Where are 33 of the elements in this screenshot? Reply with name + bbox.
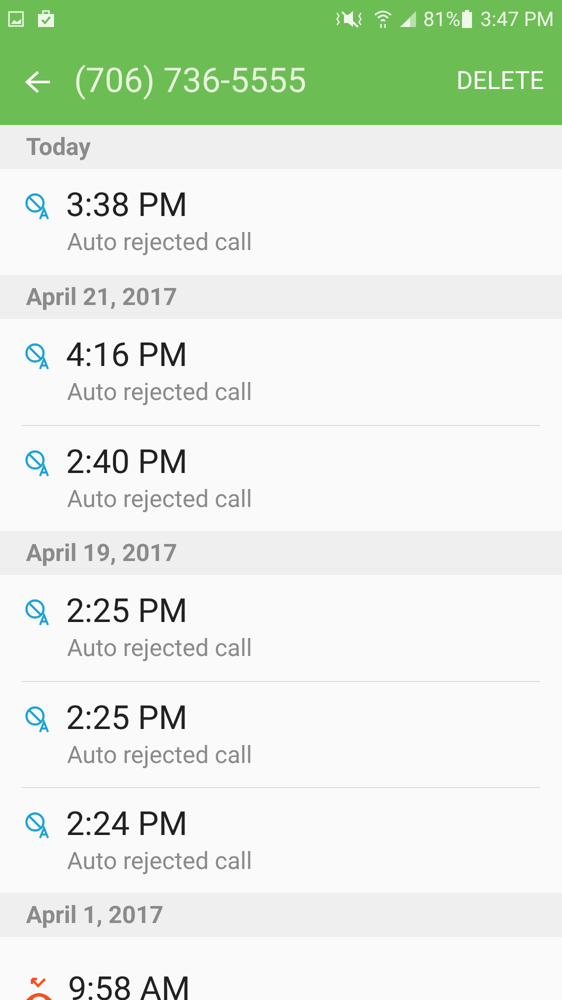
auto-reject-icon: [24, 598, 52, 626]
call-type: Auto rejected call: [67, 740, 254, 770]
call-time: 2:25 PM: [66, 698, 188, 738]
battery-icon: [462, 10, 472, 28]
date-header: April 1, 2017: [26, 900, 164, 931]
auto-reject-icon: [24, 810, 52, 838]
call-type: Auto rejected call: [67, 377, 254, 408]
auto-reject-icon: [24, 704, 52, 732]
phone-number-title: (706) 736-5555: [74, 60, 306, 103]
call-type: Auto rejected call: [67, 846, 254, 876]
call-time: 2:25 PM: [66, 592, 188, 632]
call-type: Auto rejected call: [67, 633, 254, 664]
date-header: April 19, 2017: [26, 538, 178, 569]
auto-reject-icon: [24, 342, 52, 370]
call-time: 2:40 PM: [66, 442, 188, 482]
date-header: Today: [26, 132, 91, 163]
call-type: Auto rejected call: [67, 484, 254, 514]
call-time: 3:38 PM: [66, 186, 188, 226]
rejected-call-icon: [24, 976, 54, 1000]
auto-reject-icon: [24, 192, 52, 220]
delete-button[interactable]: DELETE: [456, 62, 544, 100]
clock: 3:47 PM: [480, 6, 554, 33]
date-header: April 21, 2017: [26, 282, 178, 313]
image-icon: [8, 11, 24, 27]
signal-icon: [399, 10, 418, 28]
clipboard-check-icon: [36, 10, 56, 28]
battery-percent: 81%: [423, 6, 460, 33]
call-type: Auto rejected call: [67, 227, 254, 258]
wifi-icon: [373, 9, 394, 29]
call-time: 4:16 PM: [66, 336, 188, 376]
auto-reject-icon: [24, 448, 52, 476]
mute-icon: [335, 9, 364, 29]
call-time: 2:24 PM: [66, 804, 188, 844]
